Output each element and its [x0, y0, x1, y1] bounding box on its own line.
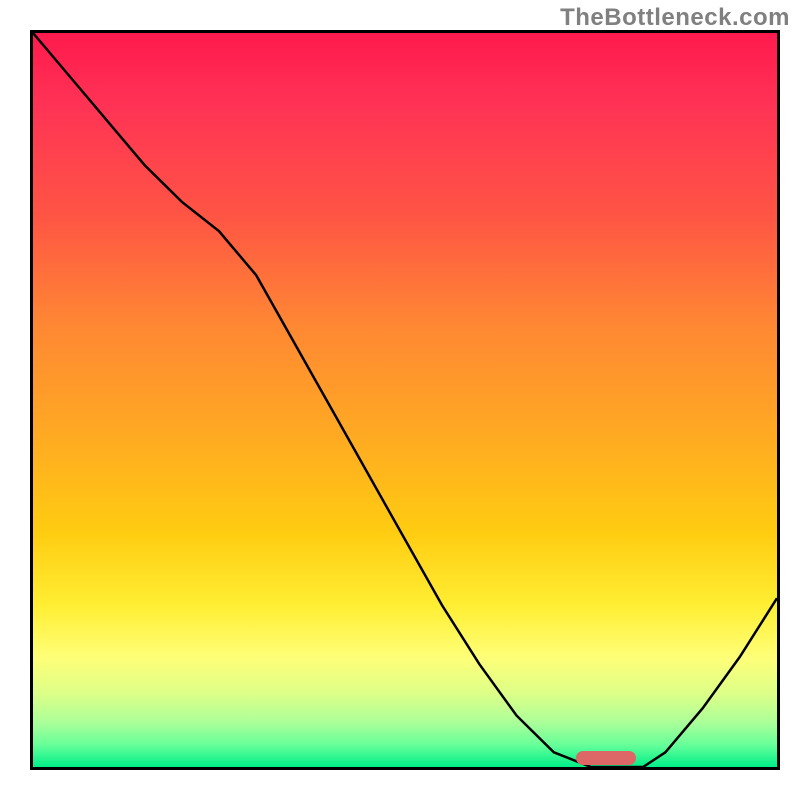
plot-area — [30, 30, 780, 770]
curve-svg — [33, 33, 777, 767]
watermark-text: TheBottleneck.com — [560, 4, 790, 32]
optimal-marker — [576, 751, 636, 765]
bottleneck-curve — [33, 33, 777, 767]
bottleneck-chart: TheBottleneck.com — [0, 0, 800, 800]
